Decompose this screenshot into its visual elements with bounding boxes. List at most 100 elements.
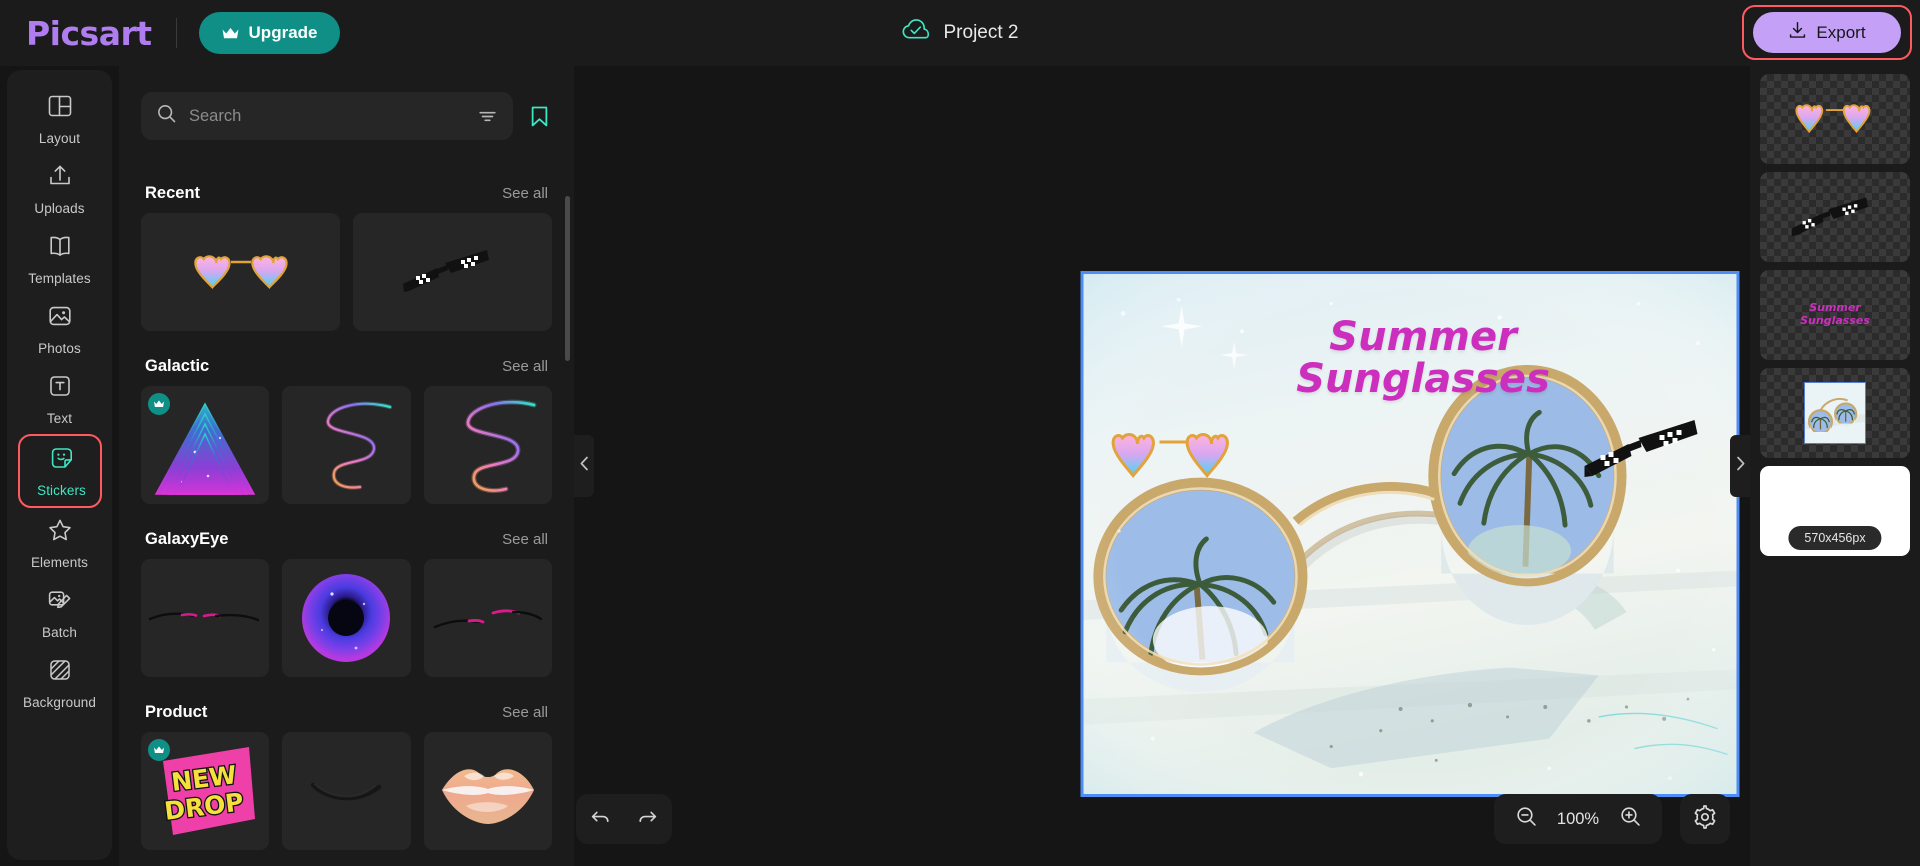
photos-icon [47, 303, 73, 334]
section-title: Galactic [145, 357, 210, 375]
sidebar-item-photos[interactable]: Photos [18, 294, 102, 364]
section-header-product: Product See all [145, 703, 548, 722]
chevron-right-icon [1734, 455, 1747, 477]
project-info[interactable]: Project 2 [902, 18, 1019, 48]
text-icon [47, 373, 73, 404]
sticker-item-galaxy-triangle[interactable] [141, 386, 270, 504]
panel-scrollbar[interactable] [565, 196, 570, 361]
chevron-left-icon [578, 455, 591, 477]
sidebar-item-uploads[interactable]: Uploads [18, 154, 102, 224]
layer-text-content: Summer Sunglasses [1800, 302, 1870, 327]
search-box[interactable] [141, 92, 513, 140]
layer-thug-sunglasses[interactable] [1760, 172, 1910, 262]
collapse-left-panel-button[interactable] [574, 435, 594, 497]
sidebar-item-label: Uploads [34, 200, 85, 216]
sticker-item-glossy-lips[interactable] [423, 732, 552, 850]
layer-heart-sunglasses[interactable] [1760, 74, 1910, 164]
section-header-galaxyeye: GalaxyEye See all [145, 530, 548, 549]
sticker-grid-galactic [141, 386, 552, 504]
sticker-item-eyelash[interactable] [282, 732, 411, 850]
stickers-highlight-box: Stickers [17, 434, 104, 508]
layer-text-line-2: Sunglasses [1800, 314, 1870, 327]
cloud-check-icon [902, 18, 931, 48]
see-all-link[interactable]: See all [502, 358, 548, 375]
background-icon [47, 657, 73, 688]
upgrade-label: Upgrade [248, 23, 318, 42]
canvas-sticker-heart-sunglasses[interactable] [1110, 420, 1238, 497]
top-bar: Picsart Upgrade Project 2 Export [0, 0, 1920, 66]
sidebar-item-label: Photos [38, 340, 81, 356]
premium-crown-icon [148, 739, 170, 761]
search-row [119, 66, 574, 140]
export-label: Export [1816, 22, 1866, 42]
zoom-in-icon [1619, 805, 1642, 833]
layer-text[interactable]: Summer Sunglasses [1760, 270, 1910, 360]
undo-button[interactable] [580, 799, 620, 839]
export-button[interactable]: Export [1753, 12, 1901, 53]
search-icon [156, 103, 177, 129]
see-all-link[interactable]: See all [502, 185, 548, 202]
sticker-item-heart-sunglasses[interactable] [141, 213, 340, 331]
download-icon [1788, 21, 1807, 45]
sticker-item-eyelash-1[interactable] [141, 559, 270, 677]
upgrade-button[interactable]: Upgrade [198, 12, 340, 54]
zoom-in-button[interactable] [1610, 799, 1650, 839]
layer-background[interactable]: 570x456px [1760, 466, 1910, 556]
sticker-item-new-drop[interactable]: NEW DROP [141, 732, 270, 850]
sticker-item-thug-sunglasses[interactable] [353, 213, 552, 331]
export-highlight-box: Export [1742, 5, 1912, 60]
redo-icon [637, 806, 659, 833]
section-header-recent: Recent See all [145, 184, 548, 203]
canvas-headline[interactable]: Summer Sunglasses [1296, 315, 1550, 402]
stickers-panel: Recent See all [119, 66, 574, 866]
search-input[interactable] [189, 106, 465, 126]
bookmark-icon[interactable] [527, 104, 552, 129]
see-all-link[interactable]: See all [502, 704, 548, 721]
filter-icon[interactable] [477, 106, 498, 127]
headline-line-2: Sunglasses [1296, 355, 1550, 402]
sidebar-item-label: Batch [41, 624, 78, 640]
canvas-sticker-thug-sunglasses[interactable] [1581, 414, 1717, 489]
undo-icon [589, 806, 611, 833]
redo-button[interactable] [628, 799, 668, 839]
sticker-grid-recent [141, 213, 552, 331]
sidebar-item-text[interactable]: Text [18, 364, 102, 434]
collapse-right-panel-button[interactable] [1730, 435, 1750, 497]
sticker-item-galaxy-iris[interactable] [282, 559, 411, 677]
artboard[interactable]: Summer Sunglasses [1080, 271, 1740, 797]
header-divider [175, 18, 177, 48]
layout-icon [47, 93, 73, 124]
sidebar-item-batch[interactable]: Batch [18, 578, 102, 648]
project-title: Project 2 [943, 22, 1019, 43]
sidebar-item-layout[interactable]: Layout [18, 84, 102, 154]
tool-rail: Layout Uploads Templates Photos Text Sti… [7, 70, 112, 860]
sticker-item-eyelash-2[interactable] [423, 559, 552, 677]
sidebar-item-stickers[interactable]: Stickers [20, 436, 104, 506]
zoom-out-button[interactable] [1506, 799, 1546, 839]
sticker-item-neon-squiggle-2[interactable] [423, 386, 552, 504]
section-header-galactic: Galactic See all [145, 357, 548, 376]
templates-icon [47, 233, 73, 264]
section-title: Recent [145, 184, 201, 202]
stickers-icon [49, 445, 75, 476]
sidebar-item-elements[interactable]: Elements [18, 508, 102, 578]
picsart-logo[interactable]: Picsart [26, 14, 152, 53]
sticker-grid-product: NEW DROP [141, 732, 552, 850]
section-title: GalaxyEye [145, 530, 229, 548]
gear-icon [1693, 804, 1717, 834]
sidebar-item-background[interactable]: Background [18, 648, 102, 718]
star-icon [47, 517, 73, 548]
sticker-item-neon-squiggle-1[interactable] [282, 386, 411, 504]
layer-photo[interactable] [1760, 368, 1910, 458]
crown-icon [221, 26, 240, 41]
layers-panel[interactable]: Summer Sunglasses 570x456px [1750, 66, 1920, 866]
sidebar-item-label: Background [22, 694, 97, 710]
stickers-scroll-area[interactable]: Recent See all Galactic See all GalaxyEy… [119, 158, 574, 866]
sidebar-item-templates[interactable]: Templates [18, 224, 102, 294]
settings-button[interactable] [1680, 794, 1730, 844]
section-title: Product [145, 703, 208, 721]
see-all-link[interactable]: See all [502, 531, 548, 548]
zoom-out-icon [1515, 805, 1538, 833]
zoom-controls: 100% [1494, 794, 1662, 844]
batch-icon [47, 587, 73, 618]
